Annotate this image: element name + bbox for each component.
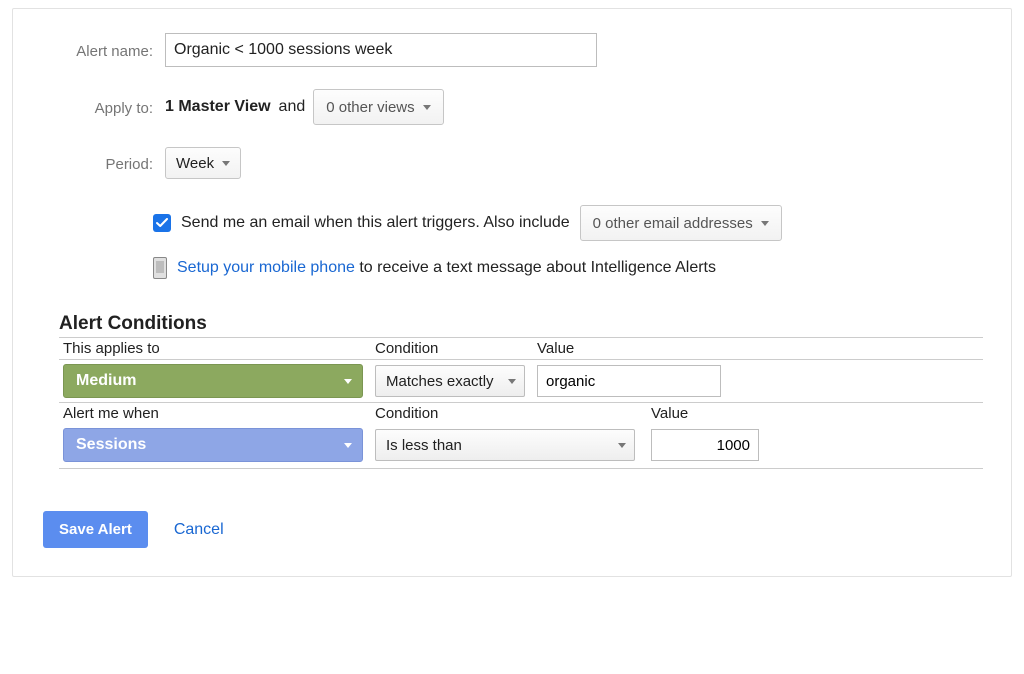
header-applies-to: This applies to: [59, 340, 375, 357]
alert-panel: Alert name: Apply to: 1 Master View and …: [12, 8, 1012, 577]
chevron-down-icon: [618, 443, 626, 448]
met-condition-label: Is less than: [386, 437, 462, 454]
other-views-dropdown-label: 0 other views: [326, 99, 414, 116]
other-emails-dropdown-label: 0 other email addresses: [593, 215, 753, 232]
met-value-input[interactable]: [651, 429, 759, 461]
header-alert-me: Alert me when: [59, 405, 375, 422]
conditions-row-2: Sessions Is less than: [59, 424, 983, 469]
other-emails-dropdown[interactable]: 0 other email addresses: [580, 205, 782, 241]
met-condition-select[interactable]: Is less than: [375, 429, 635, 461]
actions-row: Save Alert Cancel: [43, 511, 983, 548]
cancel-link[interactable]: Cancel: [174, 521, 224, 539]
alert-conditions-title: Alert Conditions: [59, 313, 983, 335]
conditions-row-1: Medium Matches exactly: [59, 360, 983, 402]
row-alert-name: Alert name:: [41, 33, 983, 67]
email-checkbox-label: Send me an email when this alert trigger…: [181, 214, 570, 232]
row-mobile: Setup your mobile phone to receive a tex…: [153, 257, 983, 279]
label-apply-to: Apply to:: [41, 100, 153, 117]
row-apply-to: Apply to: 1 Master View and 0 other view…: [41, 89, 983, 125]
chevron-down-icon: [222, 161, 230, 166]
header-value-1: Value: [537, 340, 727, 357]
metric-dropdown[interactable]: Sessions: [63, 428, 363, 462]
header-value-2: Value: [651, 405, 771, 422]
period-dropdown[interactable]: Week: [165, 147, 241, 179]
header-condition-1: Condition: [375, 340, 537, 357]
period-dropdown-label: Week: [176, 155, 214, 172]
apply-to-and: and: [279, 98, 306, 116]
conditions-header-2: Alert me when Condition Value: [59, 402, 983, 424]
alert-name-input[interactable]: [165, 33, 597, 67]
row-email-notify: Send me an email when this alert trigger…: [153, 205, 983, 241]
dimension-dropdown[interactable]: Medium: [63, 364, 363, 398]
email-checkbox[interactable]: [153, 214, 171, 232]
chevron-down-icon: [508, 379, 516, 384]
label-alert-name: Alert name:: [41, 43, 153, 60]
chevron-down-icon: [423, 105, 431, 110]
header-condition-2: Condition: [375, 405, 651, 422]
conditions-header-1: This applies to Condition Value: [59, 337, 983, 360]
dim-condition-select[interactable]: Matches exactly: [375, 365, 525, 397]
dim-condition-label: Matches exactly: [386, 373, 494, 390]
row-period: Period: Week: [41, 147, 983, 179]
phone-icon: [153, 257, 167, 279]
mobile-rest-text: to receive a text message about Intellig…: [355, 259, 716, 276]
label-period: Period:: [41, 156, 153, 173]
setup-mobile-link[interactable]: Setup your mobile phone: [177, 259, 355, 276]
chevron-down-icon: [761, 221, 769, 226]
apply-to-view: 1 Master View: [165, 98, 271, 116]
other-views-dropdown[interactable]: 0 other views: [313, 89, 443, 125]
save-button[interactable]: Save Alert: [43, 511, 148, 548]
chevron-down-icon: [344, 379, 352, 384]
metric-dropdown-label: Sessions: [76, 436, 146, 454]
dim-value-input[interactable]: [537, 365, 721, 397]
dimension-dropdown-label: Medium: [76, 372, 136, 390]
chevron-down-icon: [344, 443, 352, 448]
